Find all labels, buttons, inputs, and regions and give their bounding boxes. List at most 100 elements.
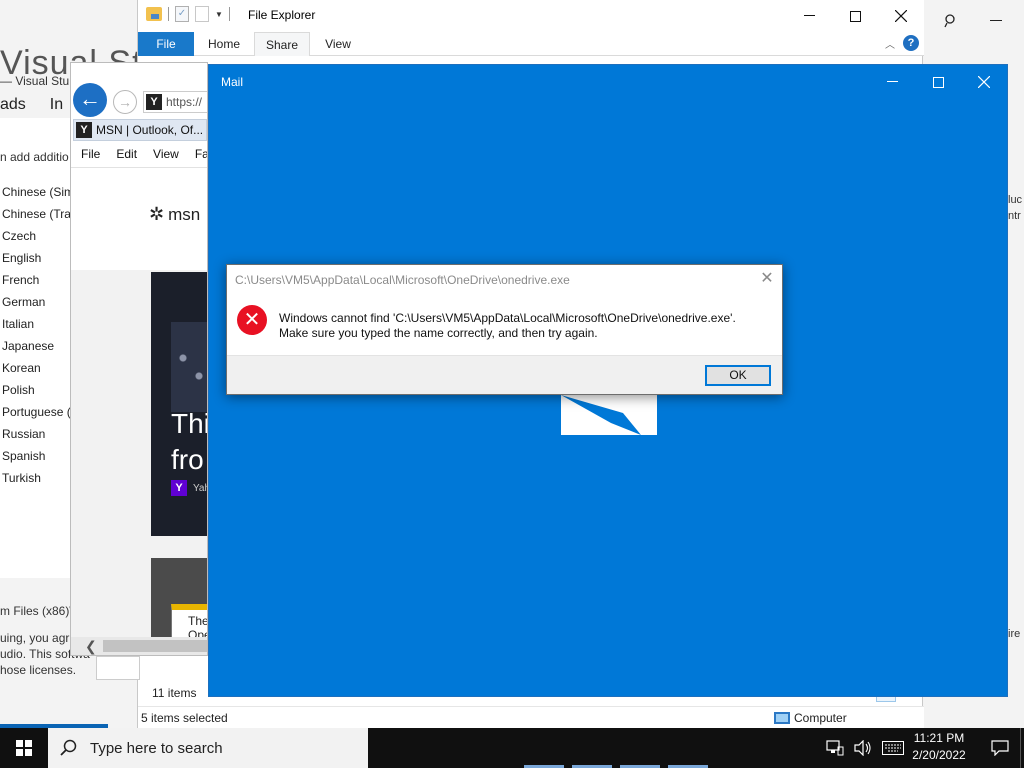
help-icon[interactable]: ? [903,35,919,51]
license-line: hose licenses. [0,663,77,677]
search-placeholder: Type here to search [90,739,223,757]
language-item[interactable]: Japanese [2,335,70,357]
ie-menu-file[interactable]: File [81,147,100,161]
start-button[interactable] [0,728,48,768]
ie-page-content: ✲ msn Thi fro Y Yah The Ope [71,167,208,655]
fe-item-count: 11 items [152,686,197,700]
msn-favicon-icon: Y [146,94,162,110]
ie-url-text: https:// [166,95,203,109]
news-source: Y Yah [171,480,207,496]
magnifier-icon [60,739,77,756]
separator [168,7,169,21]
language-item[interactable]: Polish [2,379,70,401]
fe-selected-count: 5 items selected [141,711,228,725]
fe-location-label: Computer [794,711,847,725]
language-item[interactable]: Czech [2,225,70,247]
taskbar-search[interactable]: Type here to search [48,728,368,768]
language-item[interactable]: Russian [2,423,70,445]
language-item[interactable]: English [2,247,70,269]
properties-icon[interactable]: ✓ [175,6,189,22]
taskbar-clock[interactable]: 11:21 PM 2/20/2022 [906,730,972,764]
show-desktop-button[interactable] [1020,728,1024,768]
note-line: The [188,614,208,628]
news-source-label: Yah [193,482,207,494]
dialog-message-line: Windows cannot find 'C:\Users\VM5\AppDat… [279,311,736,325]
headline-line: fro [171,444,204,475]
system-tray [826,728,904,768]
right-text-line: luc [1008,194,1023,206]
language-item[interactable]: Chinese (Sim [2,181,70,203]
vs-right-text: luc ntr [1008,192,1024,224]
customize-dropdown-icon[interactable]: ▼ [215,10,223,19]
back-arrow-icon[interactable]: ← [73,83,107,117]
ribbon-tab-view[interactable]: View [316,32,360,56]
language-item[interactable]: Portuguese ( [2,401,70,423]
ie-tab-msn[interactable]: Y MSN | Outlook, Of... [73,119,207,141]
clock-date: 2/20/2022 [912,748,966,762]
ie-menubar: File Edit View Fav [71,143,207,165]
dialog-message-line: Make sure you typed the name correctly, … [279,326,598,340]
vs-minimize-button[interactable] [978,6,1014,36]
msn-favicon-icon: Y [76,122,92,138]
dialog-message: Windows cannot find 'C:\Users\VM5\AppDat… [279,311,736,341]
vs-tab-individual[interactable]: In [50,96,63,113]
keyboard-icon[interactable] [882,741,904,755]
scroll-thumb[interactable] [103,640,207,652]
vs-button-partial[interactable] [96,656,140,680]
notification-icon[interactable] [976,728,1024,768]
msn-logo-text: msn [168,204,201,224]
quick-access-toolbar: ✓ ▼ [146,6,230,22]
language-item[interactable]: French [2,269,70,291]
fe-maximize-button[interactable] [832,0,878,32]
ok-button[interactable]: OK [705,365,771,386]
clock-time: 11:21 PM [913,731,965,745]
ribbon-tab-share[interactable]: Share [254,32,310,56]
ie-menu-edit[interactable]: Edit [116,147,137,161]
mail-window-title: Mail [221,75,244,89]
language-item[interactable]: Korean [2,357,70,379]
mail-maximize-button[interactable] [915,67,961,97]
msn-logo[interactable]: ✲ msn [149,204,200,225]
yahoo-icon: Y [171,480,187,496]
scroll-left-icon[interactable]: ❮ [85,637,97,655]
ribbon-collapse-icon[interactable]: ︿ [885,36,895,51]
ie-horizontal-scrollbar[interactable]: ❮ [71,637,207,655]
folder-icon[interactable] [146,7,162,21]
fe-location: Computer [774,711,847,725]
taskbar: Type here to search 11:21 PM 2/20/2022 [0,728,1024,768]
mail-minimize-button[interactable] [869,67,915,97]
vs-subtitle: — Visual Stu [0,74,70,88]
network-icon[interactable] [826,740,844,756]
dialog-close-icon[interactable]: ✕ [757,269,777,289]
mail-close-button[interactable] [961,67,1007,97]
computer-icon [774,712,790,724]
ie-menu-view[interactable]: View [153,147,179,161]
ie-menu-favorites[interactable]: Fav [195,147,207,161]
feedback-icon[interactable] [932,6,968,36]
ie-navbar: ← → Y https:// [71,63,207,119]
news-card[interactable]: Thi fro Y Yah [151,272,208,536]
fe-minimize-button[interactable] [786,0,832,32]
error-x-icon: ✕ [237,305,267,335]
fe-close-button[interactable] [878,0,924,32]
new-folder-icon[interactable] [195,6,209,22]
language-item[interactable]: Spanish [2,445,70,467]
mail-envelope-icon [561,395,657,435]
right-text-line: ntr [1008,210,1021,222]
ribbon-tab-home[interactable]: Home [200,32,248,56]
fe-statusbar: 5 items selected Computer [138,706,924,730]
headline-line: Thi [171,408,208,439]
language-item[interactable]: Chinese (Trad [2,203,70,225]
msn-butterfly-icon: ✲ [149,204,165,224]
language-item[interactable]: German [2,291,70,313]
forward-arrow-icon[interactable]: → [113,90,137,114]
vs-tabs: ads In [0,96,70,114]
news-headline: Thi fro [171,406,208,478]
language-item[interactable]: Italian [2,313,70,335]
ribbon-tab-file[interactable]: File [138,32,194,56]
volume-icon[interactable] [854,740,872,756]
vs-tab-downloads[interactable]: ads [0,96,26,113]
ie-address-bar[interactable]: Y https:// [143,91,207,113]
language-item[interactable]: Turkish [2,467,70,489]
fe-window-title: File Explorer [248,8,316,22]
